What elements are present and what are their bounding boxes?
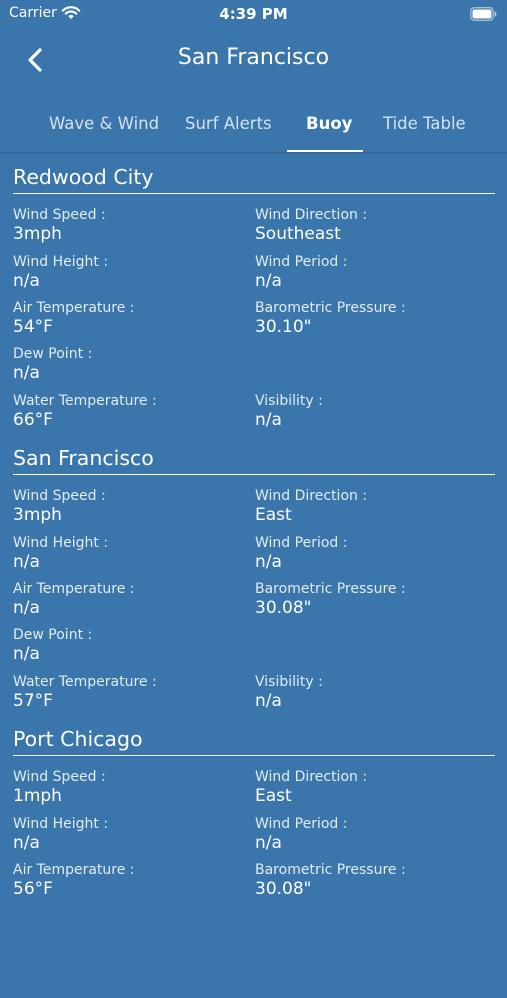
wind-speed-value: 3mph [13,505,62,525]
divider [13,193,495,194]
wind-height-field: Wind Height : n/a [13,816,108,853]
visibility-label: Visibility : [255,393,323,409]
wind-speed-label: Wind Speed : [13,769,106,785]
wind-speed-label: Wind Speed : [13,488,106,504]
status-bar: Carrier 4:39 PM [0,0,507,28]
station-name: San Francisco [13,446,154,470]
wind-direction-value: Southeast [255,224,341,244]
wind-height-value: n/a [13,833,40,853]
station-name: Redwood City [13,165,154,189]
wind-speed-field: Wind Speed : 1mph [13,769,106,806]
water-temperature-field: Water Temperature : 66°F [13,393,157,430]
divider [13,474,495,475]
wind-height-value: n/a [13,552,40,572]
wind-period-field: Wind Period : n/a [255,535,347,572]
wind-speed-label: Wind Speed : [13,207,106,223]
air-temperature-value: 54°F [13,317,53,337]
tab-bar: Wave & Wind Surf Alerts Buoy Tide Table [0,106,507,152]
dew-point-field: Dew Point : n/a [13,346,92,383]
water-temperature-label: Water Temperature : [13,393,157,409]
wind-period-value: n/a [255,271,282,291]
air-temperature-field: Air Temperature : 56°F [13,862,135,899]
wind-height-field: Wind Height : n/a [13,254,108,291]
visibility-value: n/a [255,410,282,430]
wind-speed-field: Wind Speed : 3mph [13,488,106,525]
barometric-pressure-field: Barometric Pressure : 30.08" [255,581,406,618]
air-temperature-value: n/a [13,598,40,618]
visibility-field: Visibility : n/a [255,674,323,711]
wind-direction-label: Wind Direction : [255,207,368,223]
wind-height-label: Wind Height : [13,254,109,270]
tab-surf-alerts[interactable]: Surf Alerts [185,114,272,133]
tab-wave-wind[interactable]: Wave & Wind [49,114,159,133]
tab-tide-table[interactable]: Tide Table [383,114,466,133]
dew-point-value: n/a [13,644,40,664]
water-temperature-field: Water Temperature : 57°F [13,674,157,711]
dew-point-label: Dew Point : [13,346,93,362]
wind-direction-field: Wind Direction : Southeast [255,207,367,244]
wind-period-field: Wind Period : n/a [255,254,347,291]
wind-height-field: Wind Height : n/a [13,535,108,572]
air-temperature-field: Air Temperature : 54°F [13,300,135,337]
visibility-label: Visibility : [255,674,323,690]
station-section: Port Chicago Wind Speed : 1mph Wind Dire… [0,717,507,998]
dew-point-field: Dew Point : n/a [13,627,92,664]
battery-icon [470,6,497,25]
wind-speed-field: Wind Speed : 3mph [13,207,106,244]
barometric-pressure-label: Barometric Pressure : [255,300,406,316]
water-temperature-value: 57°F [13,691,53,711]
air-temperature-value: 56°F [13,879,53,899]
status-time: 4:39 PM [219,5,288,23]
barometric-pressure-label: Barometric Pressure : [255,581,406,597]
air-temperature-label: Air Temperature : [13,862,135,878]
station-name: Port Chicago [13,727,143,751]
barometric-pressure-field: Barometric Pressure : 30.10" [255,300,406,337]
air-temperature-label: Air Temperature : [13,300,135,316]
wind-height-label: Wind Height : [13,816,109,832]
wind-period-label: Wind Period : [255,816,348,832]
water-temperature-value: 66°F [13,410,53,430]
wind-period-label: Wind Period : [255,254,348,270]
wind-height-label: Wind Height : [13,535,109,551]
visibility-field: Visibility : n/a [255,393,323,430]
wind-direction-field: Wind Direction : East [255,488,367,525]
wind-direction-field: Wind Direction : East [255,769,367,806]
tab-buoy[interactable]: Buoy [306,114,352,133]
barometric-pressure-label: Barometric Pressure : [255,862,406,878]
barometric-pressure-value: 30.10" [255,317,312,337]
wind-period-value: n/a [255,833,282,853]
visibility-value: n/a [255,691,282,711]
wind-direction-label: Wind Direction : [255,769,368,785]
station-section: Redwood City Wind Speed : 3mph Wind Dire… [0,155,507,436]
wind-direction-value: East [255,786,292,806]
station-section: San Francisco Wind Speed : 3mph Wind Dir… [0,436,507,717]
wind-direction-label: Wind Direction : [255,488,368,504]
wind-speed-value: 1mph [13,786,62,806]
barometric-pressure-field: Barometric Pressure : 30.08" [255,862,406,899]
wind-height-value: n/a [13,271,40,291]
wind-period-label: Wind Period : [255,535,348,551]
air-temperature-field: Air Temperature : n/a [13,581,135,618]
water-temperature-label: Water Temperature : [13,674,157,690]
air-temperature-label: Air Temperature : [13,581,135,597]
wind-direction-value: East [255,505,292,525]
barometric-pressure-value: 30.08" [255,598,312,618]
dew-point-value: n/a [13,363,40,383]
barometric-pressure-value: 30.08" [255,879,312,899]
dew-point-label: Dew Point : [13,627,93,643]
wind-period-field: Wind Period : n/a [255,816,347,853]
divider [13,755,495,756]
nav-header: San Francisco [0,28,507,92]
page-title: San Francisco [177,45,330,70]
buoy-station-list: Redwood City Wind Speed : 3mph Wind Dire… [0,155,507,998]
wind-speed-value: 3mph [13,224,62,244]
wind-period-value: n/a [255,552,282,572]
